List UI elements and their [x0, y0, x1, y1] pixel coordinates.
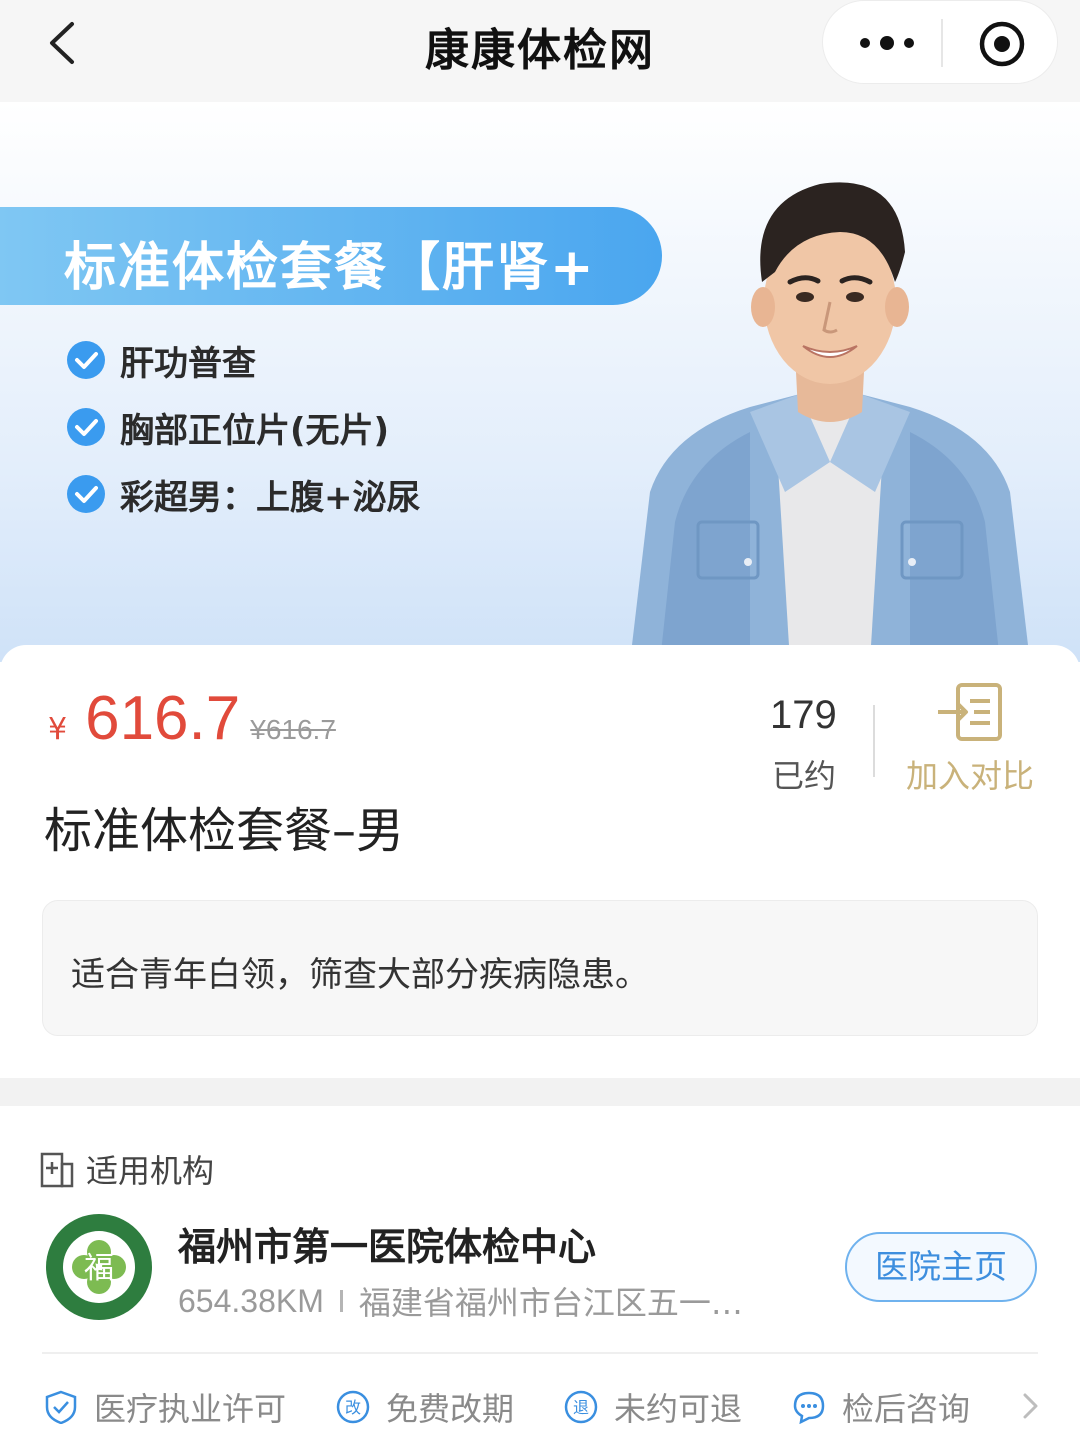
- hospital-logo[interactable]: 福: [44, 1212, 154, 1322]
- banner-feature: 胸部正位片(无片): [66, 405, 390, 451]
- check-circle-icon: [67, 341, 105, 379]
- package-name: 标准体检套餐–男: [44, 803, 405, 859]
- service-tag[interactable]: 改 免费改期: [336, 1384, 514, 1430]
- shield-check-icon: [45, 1390, 77, 1424]
- meta-divider: [339, 1290, 343, 1312]
- svg-text:改: 改: [345, 1398, 361, 1417]
- hospital-logo-char: 福: [84, 1251, 114, 1286]
- close-target-icon[interactable]: [977, 19, 1027, 69]
- banner-feature-text: 肝功普查: [120, 343, 256, 384]
- compare-list-icon[interactable]: [936, 683, 1006, 743]
- price-row: ¥ 616.7 ¥616.7: [48, 683, 336, 754]
- add-to-compare-button[interactable]: 加入对比: [906, 751, 1034, 797]
- service-tag-label: 检后咨询: [842, 1390, 971, 1428]
- package-banner: 标准体检套餐【肝肾+ 肝功普查 胸部正位片(无片) 彩超男：上腹+泌尿: [0, 102, 1080, 662]
- hospital-address: 福建省福州市台江区五一…: [358, 1284, 743, 1322]
- service-tag-label: 未约可退: [614, 1390, 743, 1428]
- check-circle-icon: [67, 475, 105, 513]
- more-icon[interactable]: [857, 31, 917, 55]
- institutions-heading-text: 适用机构: [86, 1152, 215, 1190]
- currency-symbol: ¥: [48, 712, 68, 747]
- booked-label: 已约: [772, 757, 837, 795]
- stats-divider: [873, 705, 875, 777]
- nav-bar: 康康体检网: [0, 0, 1080, 102]
- banner-feature-text: 彩超男：上腹+泌尿: [120, 477, 421, 518]
- capsule-divider: [941, 19, 943, 67]
- service-tag-label: 医疗执业许可: [94, 1390, 287, 1428]
- package-description-box: 适合青年白领，筛查大部分疾病隐患。: [42, 900, 1038, 1036]
- section-separator: [0, 1078, 1080, 1106]
- svg-text:退: 退: [573, 1398, 589, 1417]
- hospital-meta: 654.38KM 福建省福州市台江区五一…: [178, 1278, 743, 1324]
- institutions-heading: 适用机构: [40, 1146, 214, 1192]
- chevron-right-icon[interactable]: [1020, 1391, 1042, 1421]
- package-description: 适合青年白领，筛查大部分疾病隐患。: [71, 955, 649, 995]
- banner-feature-text: 胸部正位片(无片): [120, 410, 390, 451]
- package-info-card: ¥ 616.7 ¥616.7 179 已约 加入对比 标准体检套餐–男 适合青年…: [0, 645, 1080, 1078]
- institutions-section: 适用机构 福 福州市第一医院体检中心 654.38KM 福建省福州市台江区五一……: [0, 1106, 1080, 1440]
- check-circle-icon: [67, 408, 105, 446]
- model-photo: [630, 182, 1030, 662]
- service-tag[interactable]: 退 未约可退: [564, 1384, 742, 1430]
- banner-headline: 标准体检套餐【肝肾+: [64, 238, 596, 298]
- hospital-distance: 654.38KM: [178, 1282, 324, 1319]
- service-tag-label: 免费改期: [386, 1390, 515, 1428]
- original-price: ¥616.7: [250, 714, 336, 745]
- reschedule-icon: 改: [336, 1390, 370, 1424]
- current-price: 616.7: [85, 684, 241, 753]
- divider: [42, 1352, 1038, 1354]
- hospital-building-icon: [40, 1152, 74, 1188]
- refund-icon: 退: [564, 1390, 598, 1424]
- banner-headline-pill: 标准体检套餐【肝肾+: [0, 207, 662, 305]
- service-tag[interactable]: 检后咨询: [792, 1384, 970, 1430]
- banner-feature: 肝功普查: [66, 338, 256, 384]
- banner-feature: 彩超男：上腹+泌尿: [66, 472, 421, 518]
- service-tags: 医疗执业许可 改 免费改期 退 未约可退 检后咨询: [44, 1384, 1044, 1432]
- mini-program-capsule: [822, 0, 1058, 84]
- chat-icon: [793, 1391, 825, 1424]
- hospital-name[interactable]: 福州市第一医院体检中心: [178, 1216, 596, 1271]
- hospital-home-button[interactable]: 医院主页: [845, 1232, 1037, 1302]
- service-tag[interactable]: 医疗执业许可: [44, 1384, 286, 1430]
- booked-count: 179: [770, 693, 837, 737]
